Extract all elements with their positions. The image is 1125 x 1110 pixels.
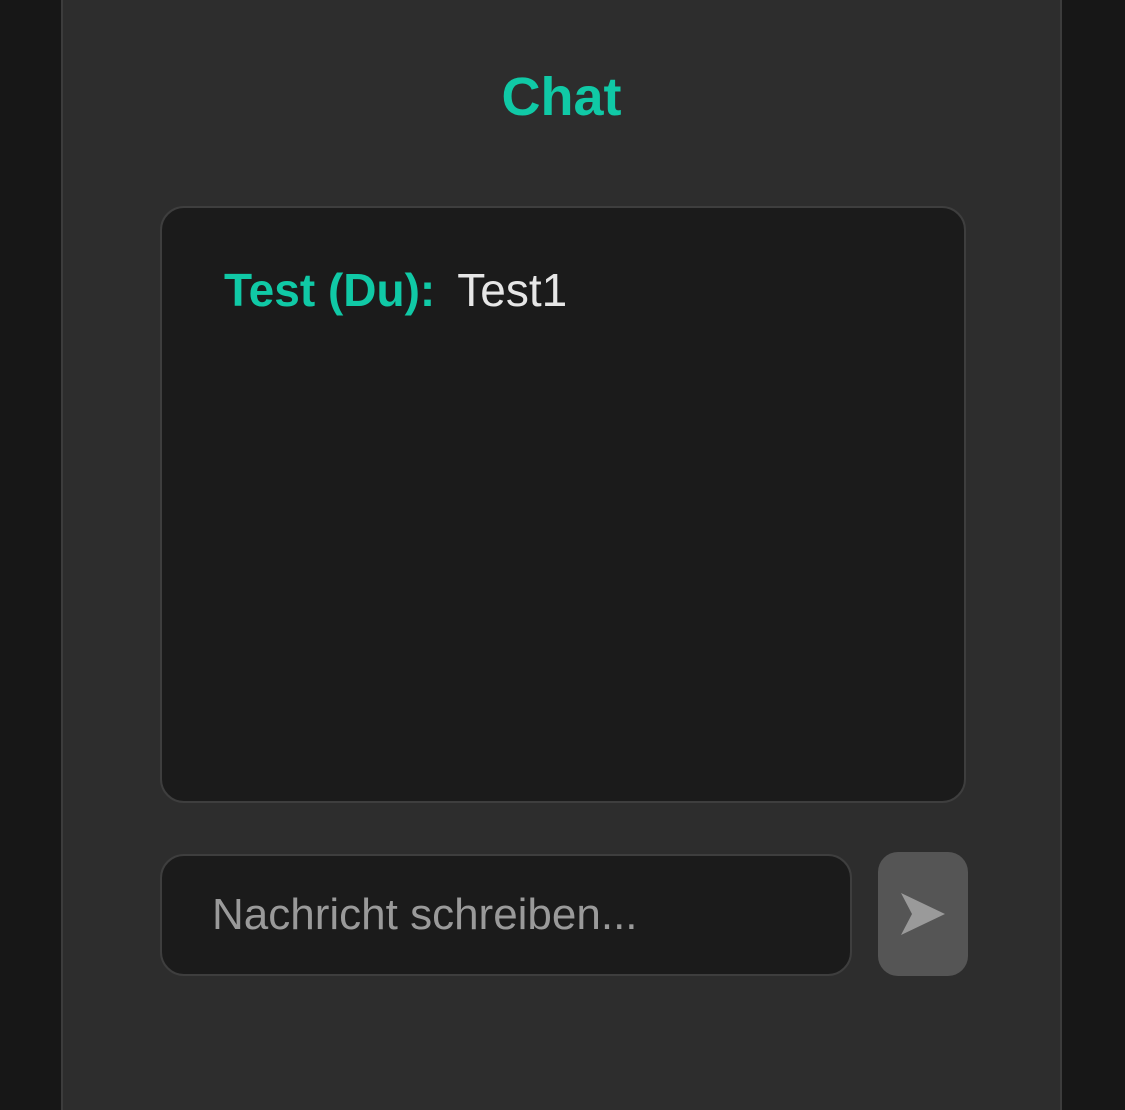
- chat-message: Test (Du): Test1: [224, 262, 567, 318]
- message-list[interactable]: Test (Du): Test1: [160, 206, 966, 803]
- message-sender: Test (Du):: [224, 264, 436, 316]
- send-icon: [899, 891, 947, 937]
- message-text: Test1: [457, 264, 568, 316]
- page-title: Chat: [501, 67, 622, 127]
- message-input[interactable]: [160, 854, 852, 976]
- send-button[interactable]: [878, 852, 968, 976]
- chat-panel: Chat Test (Du): Test1: [61, 0, 1062, 1110]
